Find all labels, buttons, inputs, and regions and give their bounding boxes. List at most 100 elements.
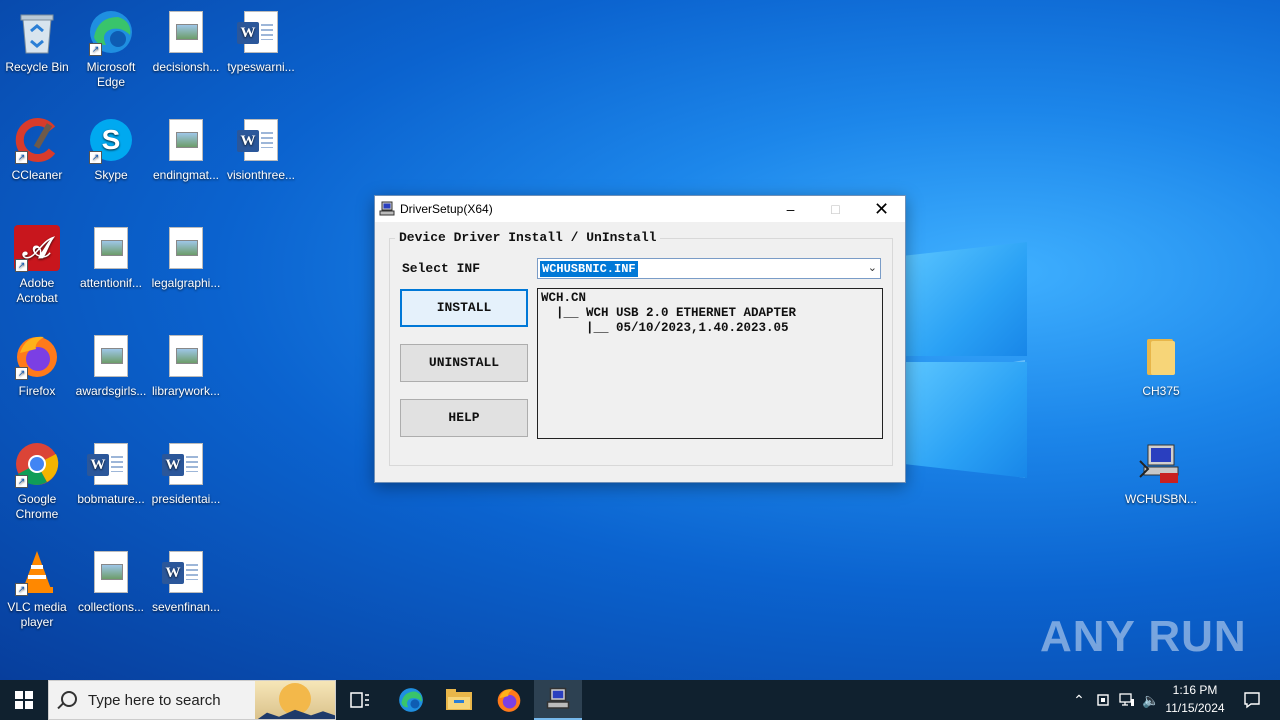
desktop-icon-folder-ch375[interactable]: CH375 bbox=[1123, 332, 1199, 399]
taskbar-search[interactable]: Type here to search bbox=[48, 680, 336, 720]
close-button[interactable]: ✕ bbox=[859, 196, 904, 222]
window-titlebar[interactable]: DriverSetup(X64) – □ ✕ bbox=[375, 196, 905, 222]
tray-network[interactable] bbox=[1116, 680, 1138, 720]
action-center-button[interactable] bbox=[1232, 680, 1272, 720]
task-view-button[interactable] bbox=[340, 680, 380, 720]
help-button[interactable]: HELP bbox=[400, 399, 528, 437]
desktop-icon-word-doc[interactable]: W sevenfinan... bbox=[148, 548, 224, 615]
shortcut-arrow-icon: ↗ bbox=[89, 43, 102, 56]
desktop-icon-label: Skype bbox=[94, 168, 128, 182]
word-file-icon: W bbox=[162, 548, 210, 596]
vlc-icon: ↗ bbox=[13, 548, 61, 596]
taskbar: Type here to search ⌃ 🔈 1:16 PM 11/15/20… bbox=[0, 680, 1280, 720]
desktop-icon-label: presidentai... bbox=[151, 492, 221, 506]
desktop-icon-edge[interactable]: ↗ Microsoft Edge bbox=[73, 8, 149, 90]
driversetup-icon bbox=[546, 687, 570, 709]
folder-icon bbox=[1137, 332, 1185, 380]
search-placeholder: Type here to search bbox=[88, 692, 221, 709]
device-icon bbox=[1097, 694, 1109, 706]
desktop-icon-label: collections... bbox=[77, 600, 145, 614]
desktop-icon-image-doc[interactable]: awardsgirls... bbox=[73, 332, 149, 399]
desktop-icon-word-doc[interactable]: W presidentai... bbox=[148, 440, 224, 507]
desktop-icon-ccleaner[interactable]: ↗ CCleaner bbox=[0, 116, 75, 183]
word-file-icon: W bbox=[237, 116, 285, 164]
image-file-icon bbox=[87, 548, 135, 596]
speaker-icon: 🔈 bbox=[1142, 691, 1160, 708]
app-icon bbox=[379, 201, 395, 217]
wallpaper-logo-pane bbox=[905, 362, 1027, 478]
image-file-icon bbox=[162, 332, 210, 380]
tray-device-icon[interactable] bbox=[1092, 680, 1114, 720]
firefox-icon: ↗ bbox=[13, 332, 61, 380]
anyrun-watermark: ANY RUN bbox=[1040, 612, 1247, 661]
image-file-icon bbox=[162, 224, 210, 272]
window-title: DriverSetup(X64) bbox=[400, 202, 493, 216]
shortcut-arrow-icon: ↗ bbox=[15, 259, 28, 272]
desktop-icon-image-doc[interactable]: librarywork... bbox=[148, 332, 224, 399]
taskbar-edge[interactable] bbox=[390, 680, 432, 720]
desktop-icon-image-doc[interactable]: collections... bbox=[73, 548, 149, 615]
desktop-icon-setup-exe[interactable]: WCHUSBN... bbox=[1123, 440, 1199, 507]
desktop-icon-label: Microsoft Edge bbox=[86, 60, 136, 89]
maximize-button[interactable]: □ bbox=[813, 196, 858, 222]
desktop-icon-word-doc[interactable]: W typeswarni... bbox=[223, 8, 299, 75]
driver-setup-window[interactable]: DriverSetup(X64) – □ ✕ Device Driver Ins… bbox=[374, 195, 906, 483]
image-file-icon bbox=[162, 116, 210, 164]
info-line: |__ 05/10/2023,1.40.2023.05 bbox=[541, 321, 789, 335]
image-file-icon bbox=[162, 8, 210, 56]
chevron-down-icon[interactable]: ⌄ bbox=[868, 261, 877, 274]
inf-dropdown-value: WCHUSBNIC.INF bbox=[540, 261, 638, 277]
info-line: WCH.CN bbox=[541, 291, 587, 305]
edge-icon: ↗ bbox=[87, 8, 135, 56]
desktop-icon-image-doc[interactable]: attentionif... bbox=[73, 224, 149, 291]
word-file-icon: W bbox=[87, 440, 135, 488]
minimize-button[interactable]: – bbox=[768, 196, 813, 222]
word-file-icon: W bbox=[162, 440, 210, 488]
desktop-icon-skype[interactable]: S ↗ Skype bbox=[73, 116, 149, 183]
shortcut-arrow-icon: ↗ bbox=[15, 367, 28, 380]
desktop-icon-chrome[interactable]: ↗ Google Chrome bbox=[0, 440, 75, 522]
network-icon bbox=[1119, 693, 1134, 706]
chevron-up-icon: ⌃ bbox=[1073, 691, 1085, 708]
desktop-icon-label: CCleaner bbox=[11, 168, 63, 182]
show-hidden-icons-button[interactable]: ⌃ bbox=[1068, 680, 1090, 720]
desktop-icon-word-doc[interactable]: W visionthree... bbox=[223, 116, 299, 183]
task-view-icon bbox=[350, 692, 369, 708]
image-file-icon bbox=[87, 332, 135, 380]
shortcut-arrow-icon: ↗ bbox=[15, 151, 28, 164]
desktop-icon-label: typeswarni... bbox=[227, 60, 295, 74]
desktop-icon-label: Google Chrome bbox=[15, 492, 59, 521]
desktop-icon-firefox[interactable]: ↗ Firefox bbox=[0, 332, 75, 399]
clock-time[interactable]: 1:16 PM bbox=[1164, 683, 1226, 697]
clock-date[interactable]: 11/15/2024 bbox=[1164, 701, 1226, 715]
wallpaper-logo-pane bbox=[905, 242, 1027, 356]
shortcut-arrow-icon: ↗ bbox=[15, 583, 28, 596]
desktop-icon-label: CH375 bbox=[1142, 384, 1180, 398]
info-line: |__ WCH USB 2.0 ETHERNET ADAPTER bbox=[541, 306, 797, 320]
taskbar-file-explorer[interactable] bbox=[438, 680, 480, 720]
desktop-icon-label: librarywork... bbox=[151, 384, 220, 398]
desktop-icon-word-doc[interactable]: W bobmature... bbox=[73, 440, 149, 507]
desktop-icon-image-doc[interactable]: endingmat... bbox=[148, 116, 224, 183]
tray-volume[interactable]: 🔈 bbox=[1140, 680, 1162, 720]
taskbar-driversetup[interactable] bbox=[534, 680, 582, 720]
desktop-icon-image-doc[interactable]: decisionsh... bbox=[148, 8, 224, 75]
file-explorer-icon bbox=[446, 689, 472, 710]
driver-info-box[interactable]: WCH.CN |__ WCH USB 2.0 ETHERNET ADAPTER … bbox=[537, 288, 883, 439]
desktop-icon-vlc[interactable]: ↗ VLC media player bbox=[0, 548, 75, 630]
desktop-icon-label: Recycle Bin bbox=[5, 60, 69, 74]
ccleaner-icon: ↗ bbox=[13, 116, 61, 164]
setup-computer-icon bbox=[1137, 440, 1185, 488]
edge-icon bbox=[399, 688, 423, 712]
uninstall-button[interactable]: UNINSTALL bbox=[400, 344, 528, 382]
desktop-icon-recycle-bin[interactable]: Recycle Bin bbox=[0, 8, 75, 75]
desktop-icon-image-doc[interactable]: legalgraphi... bbox=[148, 224, 224, 291]
desktop-icon-label: decisionsh... bbox=[152, 60, 220, 74]
inf-dropdown[interactable]: WCHUSBNIC.INF ⌄ bbox=[537, 258, 881, 279]
install-button[interactable]: INSTALL bbox=[400, 289, 528, 327]
start-button[interactable] bbox=[0, 680, 48, 720]
taskbar-firefox[interactable] bbox=[488, 680, 530, 720]
shortcut-arrow-icon: ↗ bbox=[15, 475, 28, 488]
desktop-icon-label: Firefox bbox=[18, 384, 56, 398]
desktop-icon-acrobat[interactable]: 𝒜 ↗ Adobe Acrobat bbox=[0, 224, 75, 306]
